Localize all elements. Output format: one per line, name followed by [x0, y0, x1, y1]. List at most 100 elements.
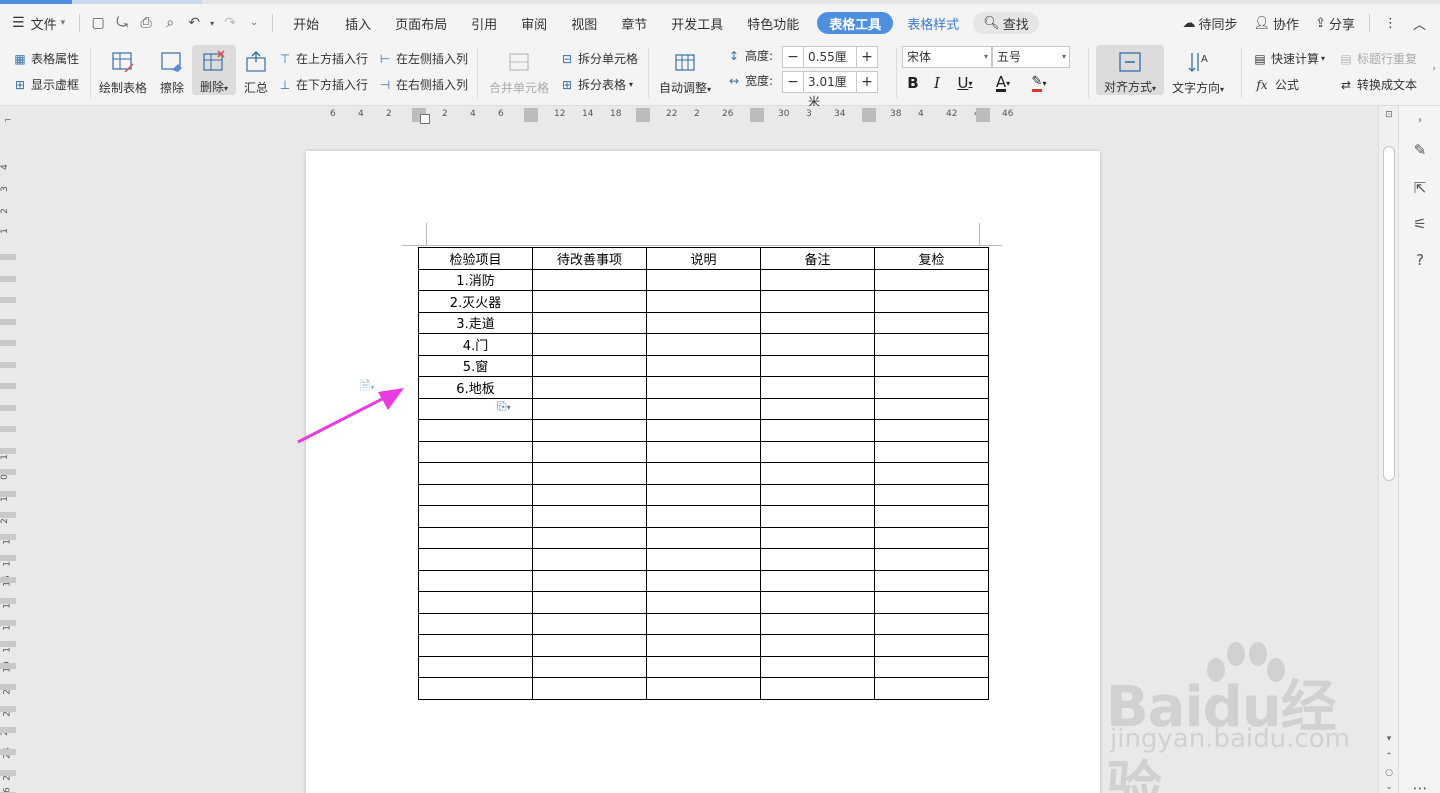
- row-marker[interactable]: [0, 297, 16, 303]
- row-marker[interactable]: [0, 598, 16, 604]
- table-header-cell[interactable]: 待改善事项: [532, 247, 647, 270]
- insert-col-left-button[interactable]: ⊢ 在左侧插入列: [377, 50, 468, 67]
- decrease-width-button[interactable]: −: [783, 72, 803, 92]
- table-cell[interactable]: [418, 462, 533, 485]
- table-cell[interactable]: [874, 655, 989, 678]
- tab-review[interactable]: 审阅: [509, 11, 559, 35]
- column-marker[interactable]: [750, 108, 764, 122]
- table-cell[interactable]: [760, 397, 875, 420]
- indent-marker-icon[interactable]: [420, 114, 430, 124]
- table-cell[interactable]: [646, 268, 761, 291]
- italic-button[interactable]: I: [928, 72, 946, 94]
- table-cell[interactable]: [646, 440, 761, 463]
- table-cell[interactable]: [646, 290, 761, 313]
- more-options-icon[interactable]: ⋯: [1408, 776, 1432, 793]
- paste-options-icon[interactable]: ⎘▾: [497, 399, 511, 414]
- search-button[interactable]: 🔍︎ 查找: [973, 12, 1039, 34]
- table-cell[interactable]: [532, 483, 647, 506]
- table-cell[interactable]: [874, 440, 989, 463]
- row-marker[interactable]: [0, 641, 16, 647]
- draw-table-button[interactable]: 绘制表格: [99, 48, 147, 96]
- repeat-header-button[interactable]: ▤ 标题行重复: [1338, 50, 1417, 67]
- table-cell[interactable]: [874, 268, 989, 291]
- table-cell[interactable]: [532, 333, 647, 356]
- formula-button[interactable]: fx 公式: [1252, 76, 1299, 93]
- table-cell[interactable]: [532, 505, 647, 528]
- table-cell[interactable]: [532, 290, 647, 313]
- select-cursor-icon[interactable]: ⇱: [1408, 176, 1432, 200]
- row-marker[interactable]: [0, 727, 16, 733]
- convert-to-text-button[interactable]: ⇄ 转换成文本: [1338, 76, 1417, 93]
- table-cell[interactable]: [646, 419, 761, 442]
- table-header-cell[interactable]: 复检: [874, 247, 989, 270]
- table-cell[interactable]: [646, 462, 761, 485]
- save-icon[interactable]: ▢: [86, 11, 110, 35]
- split-cells-button[interactable]: ⊟ 拆分单元格: [559, 50, 638, 67]
- file-menu[interactable]: ☰ 文件 ▾: [0, 11, 73, 35]
- table-cell[interactable]: [874, 354, 989, 377]
- table-cell[interactable]: [874, 462, 989, 485]
- tab-page-layout[interactable]: 页面布局: [383, 11, 459, 35]
- tab-view[interactable]: 视图: [559, 11, 609, 35]
- table-cell[interactable]: [532, 311, 647, 334]
- row-marker[interactable]: [0, 275, 16, 282]
- row-marker[interactable]: [0, 770, 16, 776]
- table-cell[interactable]: [418, 634, 533, 657]
- delete-button[interactable]: 删除▾: [192, 45, 236, 95]
- table-cell[interactable]: [646, 548, 761, 571]
- table-cell[interactable]: [418, 677, 533, 700]
- ruler-toggle-icon[interactable]: ⊡: [1383, 110, 1395, 122]
- insert-row-above-button[interactable]: ⊤ 在上方插入行: [277, 50, 368, 67]
- table-cell[interactable]: [874, 526, 989, 549]
- tab-special[interactable]: 特色功能: [735, 11, 811, 35]
- table-cell[interactable]: [646, 591, 761, 614]
- tab-table-style[interactable]: 表格样式: [893, 11, 973, 35]
- sync-button[interactable]: ☁ 待同步: [1175, 11, 1246, 35]
- table-cell[interactable]: [418, 483, 533, 506]
- vertical-scrollbar[interactable]: ⊡ ▾ ⌃ ○ ⌄: [1378, 106, 1398, 793]
- row-marker[interactable]: [0, 619, 16, 626]
- table-cell[interactable]: [532, 354, 647, 377]
- row-marker[interactable]: [0, 254, 16, 260]
- share-button[interactable]: ⇪ 分享: [1307, 11, 1363, 35]
- merge-cells-button[interactable]: 合并单元格: [489, 48, 549, 96]
- table-cell[interactable]: [874, 569, 989, 592]
- table-cell[interactable]: [418, 526, 533, 549]
- select-browse-icon[interactable]: ○: [1383, 768, 1395, 780]
- row-marker[interactable]: [0, 662, 16, 669]
- row-marker[interactable]: [0, 684, 16, 690]
- table-cell[interactable]: [532, 569, 647, 592]
- col-width-input[interactable]: 3.01厘米: [803, 72, 857, 109]
- format-painter-icon[interactable]: ⤿: [110, 11, 134, 35]
- table-cell[interactable]: [532, 591, 647, 614]
- table-cell[interactable]: [418, 655, 533, 678]
- redo-icon[interactable]: ↷: [218, 11, 242, 35]
- table-cell[interactable]: [760, 505, 875, 528]
- table-cell[interactable]: [646, 569, 761, 592]
- collab-button[interactable]: 👤︎ 协作: [1246, 11, 1308, 35]
- row-marker[interactable]: [0, 748, 16, 755]
- scrollbar-thumb[interactable]: [1383, 146, 1395, 481]
- table-cell[interactable]: [646, 677, 761, 700]
- table-header-cell[interactable]: 备注: [760, 247, 875, 270]
- print-icon[interactable]: ⎙: [134, 11, 158, 35]
- table-cell[interactable]: [874, 290, 989, 313]
- table-cell[interactable]: [874, 397, 989, 420]
- table-cell[interactable]: [418, 419, 533, 442]
- font-name-select[interactable]: 宋体 ▾: [902, 46, 992, 68]
- column-marker[interactable]: [976, 108, 990, 122]
- table-cell[interactable]: [760, 462, 875, 485]
- table-header-cell[interactable]: 检验项目: [418, 247, 533, 270]
- table-cell[interactable]: [760, 268, 875, 291]
- show-gridlines-button[interactable]: ⊞ 显示虚框: [12, 76, 79, 93]
- column-marker[interactable]: [862, 108, 876, 122]
- table-cell[interactable]: [532, 612, 647, 635]
- table-cell[interactable]: [760, 591, 875, 614]
- table-cell[interactable]: [760, 548, 875, 571]
- table-cell[interactable]: [532, 419, 647, 442]
- row-marker[interactable]: [0, 447, 16, 454]
- insert-col-right-button[interactable]: ⊣ 在右侧插入列: [377, 76, 468, 93]
- tab-table-tools[interactable]: 表格工具: [817, 12, 894, 34]
- table-cell[interactable]: [874, 505, 989, 528]
- row-height-spinner[interactable]: − 0.55厘米 +: [782, 46, 878, 84]
